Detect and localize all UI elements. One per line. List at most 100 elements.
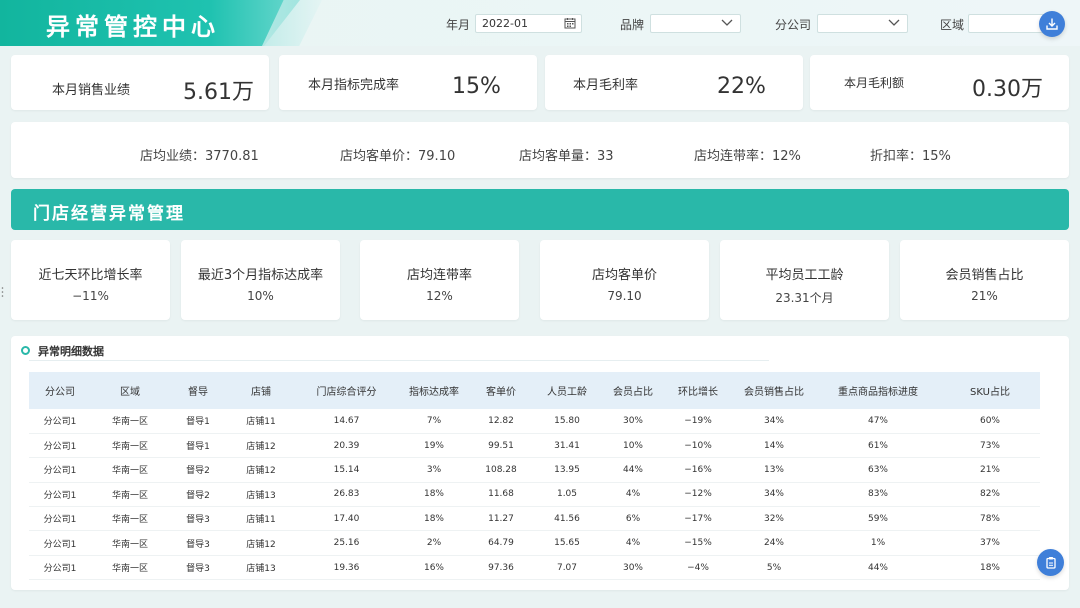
column-header[interactable]: 分公司 [29,372,91,409]
drag-handle-icon[interactable] [1,286,4,298]
table-cell: 17.40 [333,513,360,524]
table-cell: 督导3 [186,564,210,575]
table-cell: 30% [622,562,643,573]
page-title: 异常管控中心 [46,13,220,41]
table-cell: 华南一区 [111,442,148,453]
metric-label: 店均客单价 [591,268,657,283]
metric-label: 最近3个月指标达成率 [197,268,324,283]
table-cell: 83% [867,489,888,500]
table-cell: 73% [979,440,1000,451]
column-header[interactable]: 会员占比 [602,372,664,409]
column-header[interactable]: 客单价 [470,372,532,409]
column-header[interactable]: 督导 [169,372,227,409]
calendar-icon[interactable] [564,17,576,29]
table-cell: 19% [423,440,444,451]
table-cell: 20.39 [333,440,360,451]
metric-card-unit-price: 店均客单价 79.10 [540,240,709,320]
table-cell: 12.82 [488,415,514,426]
column-header[interactable]: 区域 [91,372,169,409]
column-header[interactable]: 重点商品指标进度 [816,372,940,409]
table-cell: 3% [426,464,442,475]
table-cell: −17% [684,513,712,524]
month-picker[interactable]: 2022-01 [475,14,582,33]
clipboard-icon [1045,557,1056,569]
table-cell: 店铺12 [246,466,276,477]
brand-select[interactable] [650,14,741,33]
table-cell: 华南一区 [111,539,148,550]
column-header[interactable]: 门店综合评分 [295,372,398,409]
avg-unit-price: 店均客单价：79.10 [340,149,456,164]
metric-card-3month-target: 最近3个月指标达成率 10% [181,240,340,320]
table-cell: 店铺12 [246,442,276,453]
filter-label-month: 年月 [446,18,471,32]
table-cell: 11.68 [488,489,514,500]
table-cell: −12% [684,489,712,500]
table-cell: 99.51 [488,440,514,451]
table-cell: 10% [622,440,643,451]
metric-label: 平均员工工龄 [765,268,844,283]
table-cell: 14% [763,440,784,451]
metric-value: 21% [971,289,998,303]
table-cell: 1.05 [556,489,578,500]
table-row[interactable]: 分公司1 华南一区 督导2 店铺13 26.83 18% 11.68 1.05 4% −12% 34… [29,482,1040,507]
column-header[interactable]: 店铺 [227,372,295,409]
table-cell: 店铺11 [246,417,276,428]
metric-label: 会员销售占比 [945,268,1024,283]
table-cell: 14.67 [333,415,360,426]
kpi-value: 0.30万 [972,77,1043,102]
table-cell: 分公司1 [43,539,77,550]
kpi-label: 本月毛利率 [573,78,639,93]
filter-label-branch: 分公司 [775,18,812,32]
column-header[interactable]: 环比增长 [664,372,732,409]
table-cell: 59% [867,513,888,524]
metric-value: −11% [72,289,109,303]
metric-value: 23.31个月 [775,291,834,305]
table-cell: 华南一区 [111,490,148,501]
column-header[interactable]: SKU占比 [940,372,1040,409]
download-button[interactable] [1039,11,1065,37]
table-row[interactable]: 分公司1 华南一区 督导3 店铺13 19.36 16% 97.36 7.07 30% −4% 5%… [29,555,1040,580]
table-cell: 督导3 [186,515,210,526]
kpi-value: 5.61万 [183,80,254,105]
table-cell: 18% [979,562,1000,573]
metric-card-member-sales: 会员销售占比 21% [900,240,1069,320]
section-header: 门店经营异常管理 [11,189,1069,230]
table-row[interactable]: 分公司1 华南一区 督导3 店铺11 17.40 18% 11.27 41.56 6% −17% 3… [29,507,1040,531]
kpi-value: 15% [452,74,501,99]
table-row[interactable]: 分公司1 华南一区 督导1 店铺12 20.39 19% 99.51 31.41 10% −10%… [29,433,1040,458]
divider [29,360,769,361]
table-cell: 华南一区 [111,564,148,575]
section-dot-icon [21,346,30,355]
table-header-row: 分公司 区域 督导 店铺 门店综合评分 指标达成率 客单价 人员工龄 会员占比 环比增长 会员销售占… [29,372,1040,409]
discount-rate: 折扣率：15% [870,149,951,164]
column-header[interactable]: 指标达成率 [398,372,470,409]
table-cell: 18% [423,489,444,500]
table-cell: 4% [625,489,641,500]
table-cell: 华南一区 [111,417,148,428]
table-cell: 店铺13 [246,564,276,575]
filter-label-region: 区域 [940,18,965,32]
table-cell: 6% [625,513,641,524]
table-row[interactable]: 分公司1 华南一区 督导2 店铺12 15.14 3% 108.28 13.95 44% −16%… [29,458,1040,483]
table-cell: −19% [684,415,712,426]
table-cell: 4% [625,538,641,549]
table-cell: 31.41 [554,440,580,451]
table-cell: 店铺12 [246,539,276,550]
table-cell: 44% [867,562,888,573]
metric-value: 10% [247,289,274,303]
table-cell: 分公司1 [43,417,77,428]
chevron-down-icon [721,19,733,26]
table-row[interactable]: 分公司1 华南一区 督导1 店铺11 14.67 7% 12.82 15.80 30% −19% 3… [29,409,1040,434]
table-cell: 34% [763,489,784,500]
column-header[interactable]: 会员销售占比 [732,372,816,409]
table-row[interactable]: 分公司1 华南一区 督导3 店铺12 25.16 2% 64.79 15.65 4% −15% 24… [29,531,1040,556]
region-select[interactable] [968,14,1048,33]
table-cell: 分公司1 [43,515,77,526]
float-action-button[interactable] [1037,549,1064,576]
table-cell: 63% [867,464,888,475]
detail-table: 分公司 区域 督导 店铺 门店综合评分 指标达成率 客单价 人员工龄 会员占比 环比增长 会员销售占… [29,372,1040,580]
branch-select[interactable] [817,14,908,33]
panel-title: 异常明细数据 [38,345,104,358]
column-header[interactable]: 人员工龄 [532,372,602,409]
metric-value: 12% [426,289,453,303]
